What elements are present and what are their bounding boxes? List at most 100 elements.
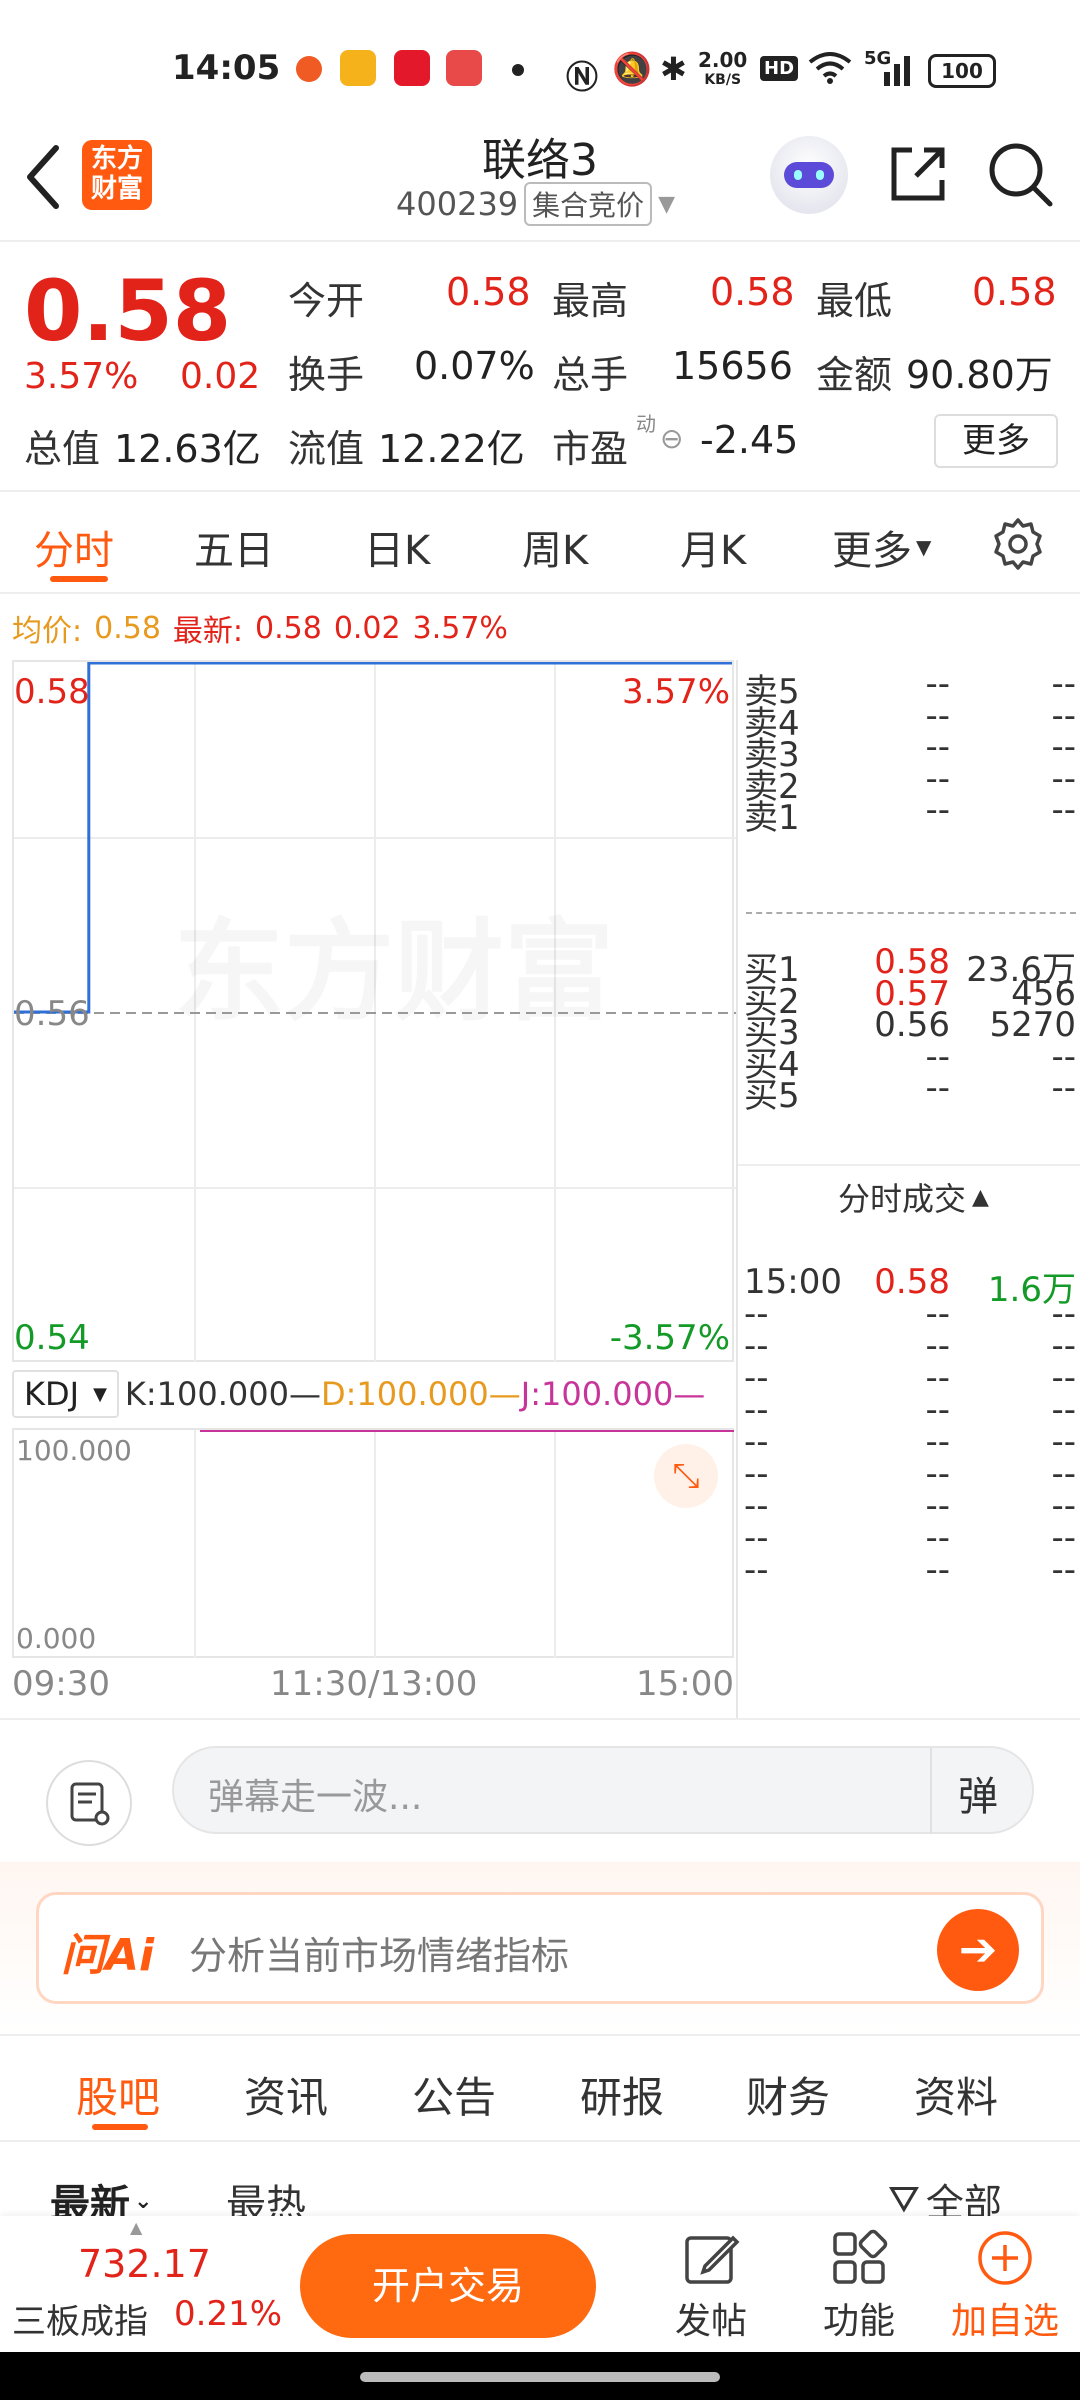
auction-badge: 集合竞价 — [524, 182, 653, 226]
divider — [0, 1718, 1080, 1720]
wifi-icon — [808, 50, 852, 92]
tab-monthly-k[interactable]: 月K — [680, 518, 746, 576]
function-button[interactable]: 功能 — [818, 2228, 900, 2344]
float-value: 12.22亿 — [378, 427, 525, 471]
chevron-down-icon: ⌄ — [134, 2188, 153, 2214]
active-tab-indicator — [92, 2124, 148, 2130]
tab-weekly-k[interactable]: 周K — [522, 518, 588, 576]
edit-icon — [685, 2235, 740, 2284]
row-label: -- — [744, 1550, 769, 1590]
ai-logo: 问Ai — [61, 1930, 155, 1981]
index-value[interactable]: 732.17 — [78, 2242, 211, 2286]
app-notification-icon — [296, 56, 322, 82]
divider — [0, 2140, 1080, 2142]
status-time: 14:05 — [172, 48, 281, 88]
tab-announcements[interactable]: 公告 — [412, 2064, 496, 2125]
app-notification-icon — [394, 50, 430, 86]
kdj-d: D:100.000 — [321, 1375, 489, 1413]
row-volume: -- — [1051, 790, 1076, 830]
buy-row[interactable]: 买5 -- -- — [738, 1068, 1080, 1116]
kdj-chart[interactable]: 100.000 0.000 ⤡ — [12, 1428, 734, 1658]
app-notification-icon — [446, 50, 482, 86]
trades-title[interactable]: 分时成交 ▲ — [838, 1174, 989, 1220]
more-button[interactable]: 更多 — [934, 414, 1058, 468]
open-label: 今开 — [288, 279, 365, 323]
search-icon[interactable] — [986, 140, 1054, 212]
row-volume: -- — [1051, 1068, 1076, 1108]
x-tick-close: 15:00 — [636, 1664, 734, 1704]
kdj-k: K:100.000 — [124, 1375, 289, 1413]
expand-icon[interactable]: ⤡ — [654, 1444, 718, 1508]
mcap-value: 12.63亿 — [114, 427, 261, 471]
net-speed: 2.00 KB/S — [698, 48, 748, 88]
plus-circle-icon — [978, 2231, 1032, 2285]
avg-label: 均价: — [12, 614, 83, 649]
row-price: -- — [925, 1068, 950, 1108]
trade-row[interactable]: -- -- -- — [738, 1550, 1080, 1594]
home-indicator[interactable] — [360, 2372, 720, 2382]
mute-icon: 🔕 — [612, 50, 652, 88]
latest-label: 最新: — [172, 614, 244, 649]
grid-icon — [833, 2229, 888, 2284]
order-book: 分时成交 ▲ 卖5 -- -- 卖4 -- -- 卖3 -- -- 卖2 -- -- 卖1 -- -- 买1 0.… — [736, 660, 1080, 1720]
tab-forum[interactable]: 股吧 — [76, 2064, 160, 2125]
ai-prompt-bar[interactable]: 问Ai 分析当前市场情绪指标 ➔ — [36, 1892, 1044, 2004]
turnover-label: 换手 — [288, 353, 365, 397]
settings-icon[interactable] — [990, 516, 1046, 576]
y-tick-bottom: 0.54 — [14, 1318, 90, 1358]
price-line-svg — [14, 662, 736, 1014]
danmu-input[interactable]: 弹幕走一波... 弹 — [172, 1746, 1034, 1834]
tab-intraday[interactable]: 分时 — [34, 518, 114, 576]
tab-finance[interactable]: 财务 — [746, 2064, 830, 2125]
x-tick-open: 09:30 — [12, 1664, 110, 1704]
amount-label: 金额 — [816, 353, 893, 397]
post-button[interactable]: 发帖 — [670, 2228, 752, 2344]
active-tab-indicator — [50, 576, 108, 582]
tab-more[interactable]: 更多 ▼ — [832, 518, 931, 576]
tab-five-day[interactable]: 五日 — [194, 518, 274, 576]
nfc-icon: Ⓝ — [566, 58, 599, 96]
open-account-button[interactable]: 开户交易 — [300, 2234, 596, 2338]
content-tabs: 股吧 资讯 公告 研报 财务 资料 — [0, 2036, 1080, 2140]
stock-code-row[interactable]: 400239 集合竞价 ▼ — [396, 182, 675, 226]
index-pct[interactable]: 0.21% — [174, 2294, 282, 2334]
caret-down-icon: ▼ — [93, 1383, 107, 1405]
float-label: 流值 — [288, 427, 365, 471]
bluetooth-icon: ✱ — [660, 50, 687, 88]
ai-robot-icon[interactable] — [770, 136, 848, 214]
price-chart[interactable]: 东方财富 0.58 0.56 0.54 3.57% -3.57% — [12, 660, 736, 1362]
tab-daily-k[interactable]: 日K — [364, 518, 430, 576]
tab-profile[interactable]: 资料 — [914, 2064, 998, 2125]
row-price: -- — [925, 790, 950, 830]
stock-code: 400239 — [396, 185, 519, 223]
high-value: 0.58 — [710, 270, 795, 314]
mcap-label: 总值 — [24, 427, 101, 471]
latest-pct: 3.57% — [412, 610, 508, 646]
caret-down-icon: ▼ — [916, 535, 932, 559]
indicator-selector[interactable]: KDJ ▼ — [12, 1370, 119, 1418]
tab-research[interactable]: 研报 — [580, 2064, 664, 2125]
high-label: 最高 — [552, 279, 629, 323]
volume-value: 15656 — [672, 344, 793, 388]
caret-up-icon: ▲ — [972, 1184, 989, 1210]
danmu-list-icon[interactable] — [46, 1760, 132, 1846]
sell-row[interactable]: 卖1 -- -- — [738, 790, 1080, 838]
row-label: 卖1 — [744, 798, 800, 838]
tab-news[interactable]: 资讯 — [244, 2064, 328, 2125]
header: 东方 财富 联络3 400239 集合竞价 ▼ — [0, 120, 1080, 240]
arrow-right-icon[interactable]: ➔ — [937, 1909, 1019, 1991]
pe-label: 市盈 — [552, 427, 629, 471]
book-divider — [746, 912, 1076, 914]
open-value: 0.58 — [446, 270, 531, 314]
price-line — [14, 662, 732, 1014]
index-name[interactable]: 三板成指 — [12, 2294, 148, 2343]
caret-down-icon: ▼ — [658, 191, 676, 217]
add-watchlist-button[interactable]: 加自选 — [950, 2228, 1060, 2344]
ai-prompt-text: 分析当前市场情绪指标 — [189, 1934, 570, 1978]
divider — [0, 592, 1080, 594]
row-volume: -- — [1051, 1550, 1076, 1590]
share-icon[interactable] — [886, 142, 950, 210]
danmu-toggle-button[interactable]: 弹 — [958, 1764, 998, 1822]
low-value: 0.58 — [972, 270, 1057, 314]
info-icon[interactable]: ⊖ — [660, 422, 683, 455]
